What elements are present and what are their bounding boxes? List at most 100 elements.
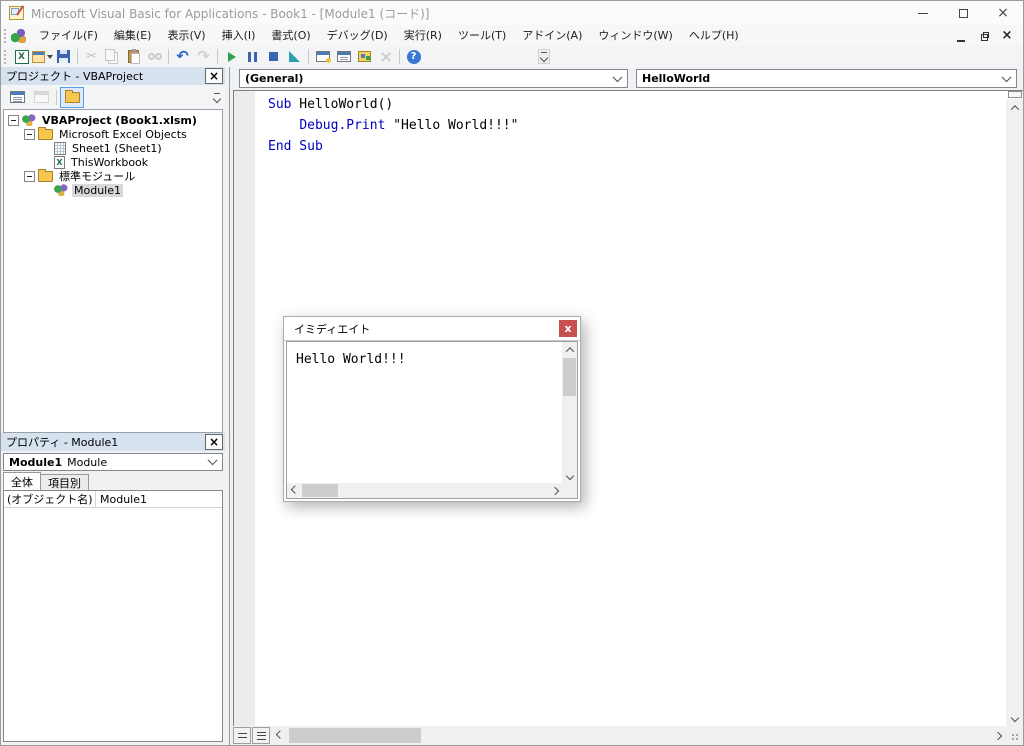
project-tree: VBAProject (Book1.xlsm)Microsoft Excel O… bbox=[3, 109, 223, 433]
scroll-left-button[interactable] bbox=[287, 483, 302, 498]
full-module-view-button[interactable] bbox=[252, 727, 270, 744]
scroll-down-button[interactable] bbox=[562, 468, 577, 483]
split-handle[interactable] bbox=[1008, 91, 1022, 98]
chevron-down-icon bbox=[565, 471, 573, 479]
view-excel-icon bbox=[15, 50, 29, 64]
break-button[interactable] bbox=[242, 47, 263, 66]
mdi-minimize-button[interactable] bbox=[955, 30, 967, 42]
immediate-titlebar[interactable]: イミディエイト x bbox=[284, 317, 580, 341]
insert-userform-button[interactable] bbox=[32, 47, 53, 66]
procedure-dropdown[interactable]: HelloWorld bbox=[636, 69, 1017, 88]
chevron-down-icon bbox=[540, 54, 548, 62]
save-button[interactable] bbox=[53, 47, 74, 66]
expander-icon[interactable] bbox=[24, 171, 35, 182]
chevron-left-icon bbox=[290, 485, 298, 493]
toolbar-grip[interactable] bbox=[4, 50, 6, 64]
mdi-window-controls: × bbox=[955, 30, 1023, 42]
view-object-button bbox=[29, 87, 53, 108]
menu-item-addins[interactable]: アドイン(A) bbox=[514, 25, 590, 46]
properties-object-selector[interactable]: Module1 Module bbox=[3, 453, 223, 471]
menu-item-format[interactable]: 書式(O) bbox=[263, 25, 318, 46]
module-icon bbox=[54, 184, 68, 196]
run-button[interactable] bbox=[221, 47, 242, 66]
object-dropdown-value: (General) bbox=[245, 72, 303, 85]
menubar: ファイル(F)編集(E)表示(V)挿入(I)書式(O)デバッグ(D)実行(R)ツ… bbox=[1, 25, 1023, 47]
immediate-lines[interactable]: Hello World!!! bbox=[287, 342, 562, 483]
cut-button bbox=[81, 47, 102, 66]
break-icon bbox=[248, 52, 257, 62]
scroll-right-button[interactable] bbox=[989, 727, 1006, 744]
code-vertical-scrollbar[interactable] bbox=[1006, 99, 1023, 726]
vertical-scroll-thumb[interactable] bbox=[563, 358, 576, 396]
menu-item-run[interactable]: 実行(R) bbox=[396, 25, 450, 46]
object-browser-button[interactable] bbox=[354, 47, 375, 66]
menu-item-insert[interactable]: 挿入(I) bbox=[214, 25, 264, 46]
mdi-close-button[interactable]: × bbox=[1001, 30, 1013, 42]
menu-item-edit[interactable]: 編集(E) bbox=[106, 25, 160, 46]
folder-icon bbox=[38, 171, 53, 182]
scroll-up-button[interactable] bbox=[562, 342, 577, 357]
scroll-down-button[interactable] bbox=[1006, 709, 1023, 726]
menu-item-window[interactable]: ウィンドウ(W) bbox=[590, 25, 680, 46]
view-excel-button[interactable] bbox=[11, 47, 32, 66]
immediate-horizontal-scrollbar[interactable] bbox=[287, 483, 562, 498]
object-dropdown[interactable]: (General) bbox=[239, 69, 628, 88]
project-panel-close-button[interactable]: × bbox=[205, 68, 223, 84]
paste-button[interactable] bbox=[123, 47, 144, 66]
scroll-left-button[interactable] bbox=[271, 727, 288, 744]
resize-grip[interactable] bbox=[1006, 726, 1023, 745]
tree-item-1[interactable]: Microsoft Excel Objects bbox=[4, 127, 222, 141]
view-code-button[interactable] bbox=[5, 87, 29, 108]
property-value[interactable]: Module1 bbox=[96, 491, 147, 507]
help-button[interactable] bbox=[403, 47, 424, 66]
tree-item-5[interactable]: Module1 bbox=[4, 183, 222, 197]
properties-tab-1[interactable]: 全体 bbox=[3, 472, 41, 490]
toggle-folders-button[interactable] bbox=[60, 87, 84, 108]
find-button bbox=[144, 47, 165, 66]
mdi-restore-button[interactable] bbox=[978, 30, 990, 42]
menu-item-tools[interactable]: ツール(T) bbox=[450, 25, 514, 46]
chevron-down-icon bbox=[212, 94, 220, 102]
tree-item-3[interactable]: ThisWorkbook bbox=[4, 155, 222, 169]
view-object-icon bbox=[34, 91, 49, 103]
menu-item-debug[interactable]: デバッグ(D) bbox=[319, 25, 396, 46]
reset-icon bbox=[269, 52, 278, 61]
redo-icon bbox=[197, 49, 210, 64]
immediate-close-button[interactable]: x bbox=[559, 320, 577, 337]
tree-item-4[interactable]: 標準モジュール bbox=[4, 169, 222, 183]
close-button[interactable]: × bbox=[983, 1, 1023, 25]
close-icon: × bbox=[997, 6, 1009, 20]
scroll-right-button[interactable] bbox=[547, 483, 562, 498]
menu-item-view[interactable]: 表示(V) bbox=[159, 25, 213, 46]
horizontal-scroll-thumb[interactable] bbox=[289, 728, 421, 743]
properties-window-button[interactable] bbox=[333, 47, 354, 66]
reset-button[interactable] bbox=[263, 47, 284, 66]
tree-item-0[interactable]: VBAProject (Book1.xlsm) bbox=[4, 113, 222, 127]
procedure-view-button[interactable] bbox=[233, 727, 251, 744]
tree-item-label: Sheet1 (Sheet1) bbox=[70, 142, 164, 155]
project-toolbar-overflow-button[interactable] bbox=[211, 89, 222, 105]
run-icon bbox=[228, 52, 236, 62]
procedure-dropdown-value: HelloWorld bbox=[642, 72, 710, 85]
maximize-button[interactable] bbox=[943, 1, 983, 25]
expander-icon[interactable] bbox=[24, 129, 35, 140]
properties-tab-2[interactable]: 項目別 bbox=[40, 474, 89, 490]
project-explorer-button[interactable] bbox=[312, 47, 333, 66]
immediate-content[interactable]: Hello World!!! bbox=[286, 341, 578, 499]
properties-panel-close-button[interactable]: × bbox=[205, 434, 223, 450]
expander-icon[interactable] bbox=[8, 115, 19, 126]
toolbar-overflow-button[interactable] bbox=[538, 49, 550, 64]
minimize-button[interactable] bbox=[903, 1, 943, 25]
menu-item-help[interactable]: ヘルプ(H) bbox=[681, 25, 747, 46]
scroll-up-button[interactable] bbox=[1006, 99, 1023, 116]
properties-grid: (オブジェクト名)Module1 bbox=[3, 490, 223, 742]
design-mode-button[interactable] bbox=[284, 47, 305, 66]
immediate-window: イミディエイト x Hello World!!! bbox=[283, 316, 581, 502]
undo-button[interactable] bbox=[172, 47, 193, 66]
immediate-vertical-scrollbar[interactable] bbox=[562, 342, 577, 483]
tree-item-2[interactable]: Sheet1 (Sheet1) bbox=[4, 141, 222, 155]
horizontal-scroll-thumb[interactable] bbox=[302, 484, 338, 497]
vbe-app-icon bbox=[9, 6, 24, 20]
menu-item-file[interactable]: ファイル(F) bbox=[31, 25, 106, 46]
menubar-grip[interactable] bbox=[4, 29, 6, 43]
